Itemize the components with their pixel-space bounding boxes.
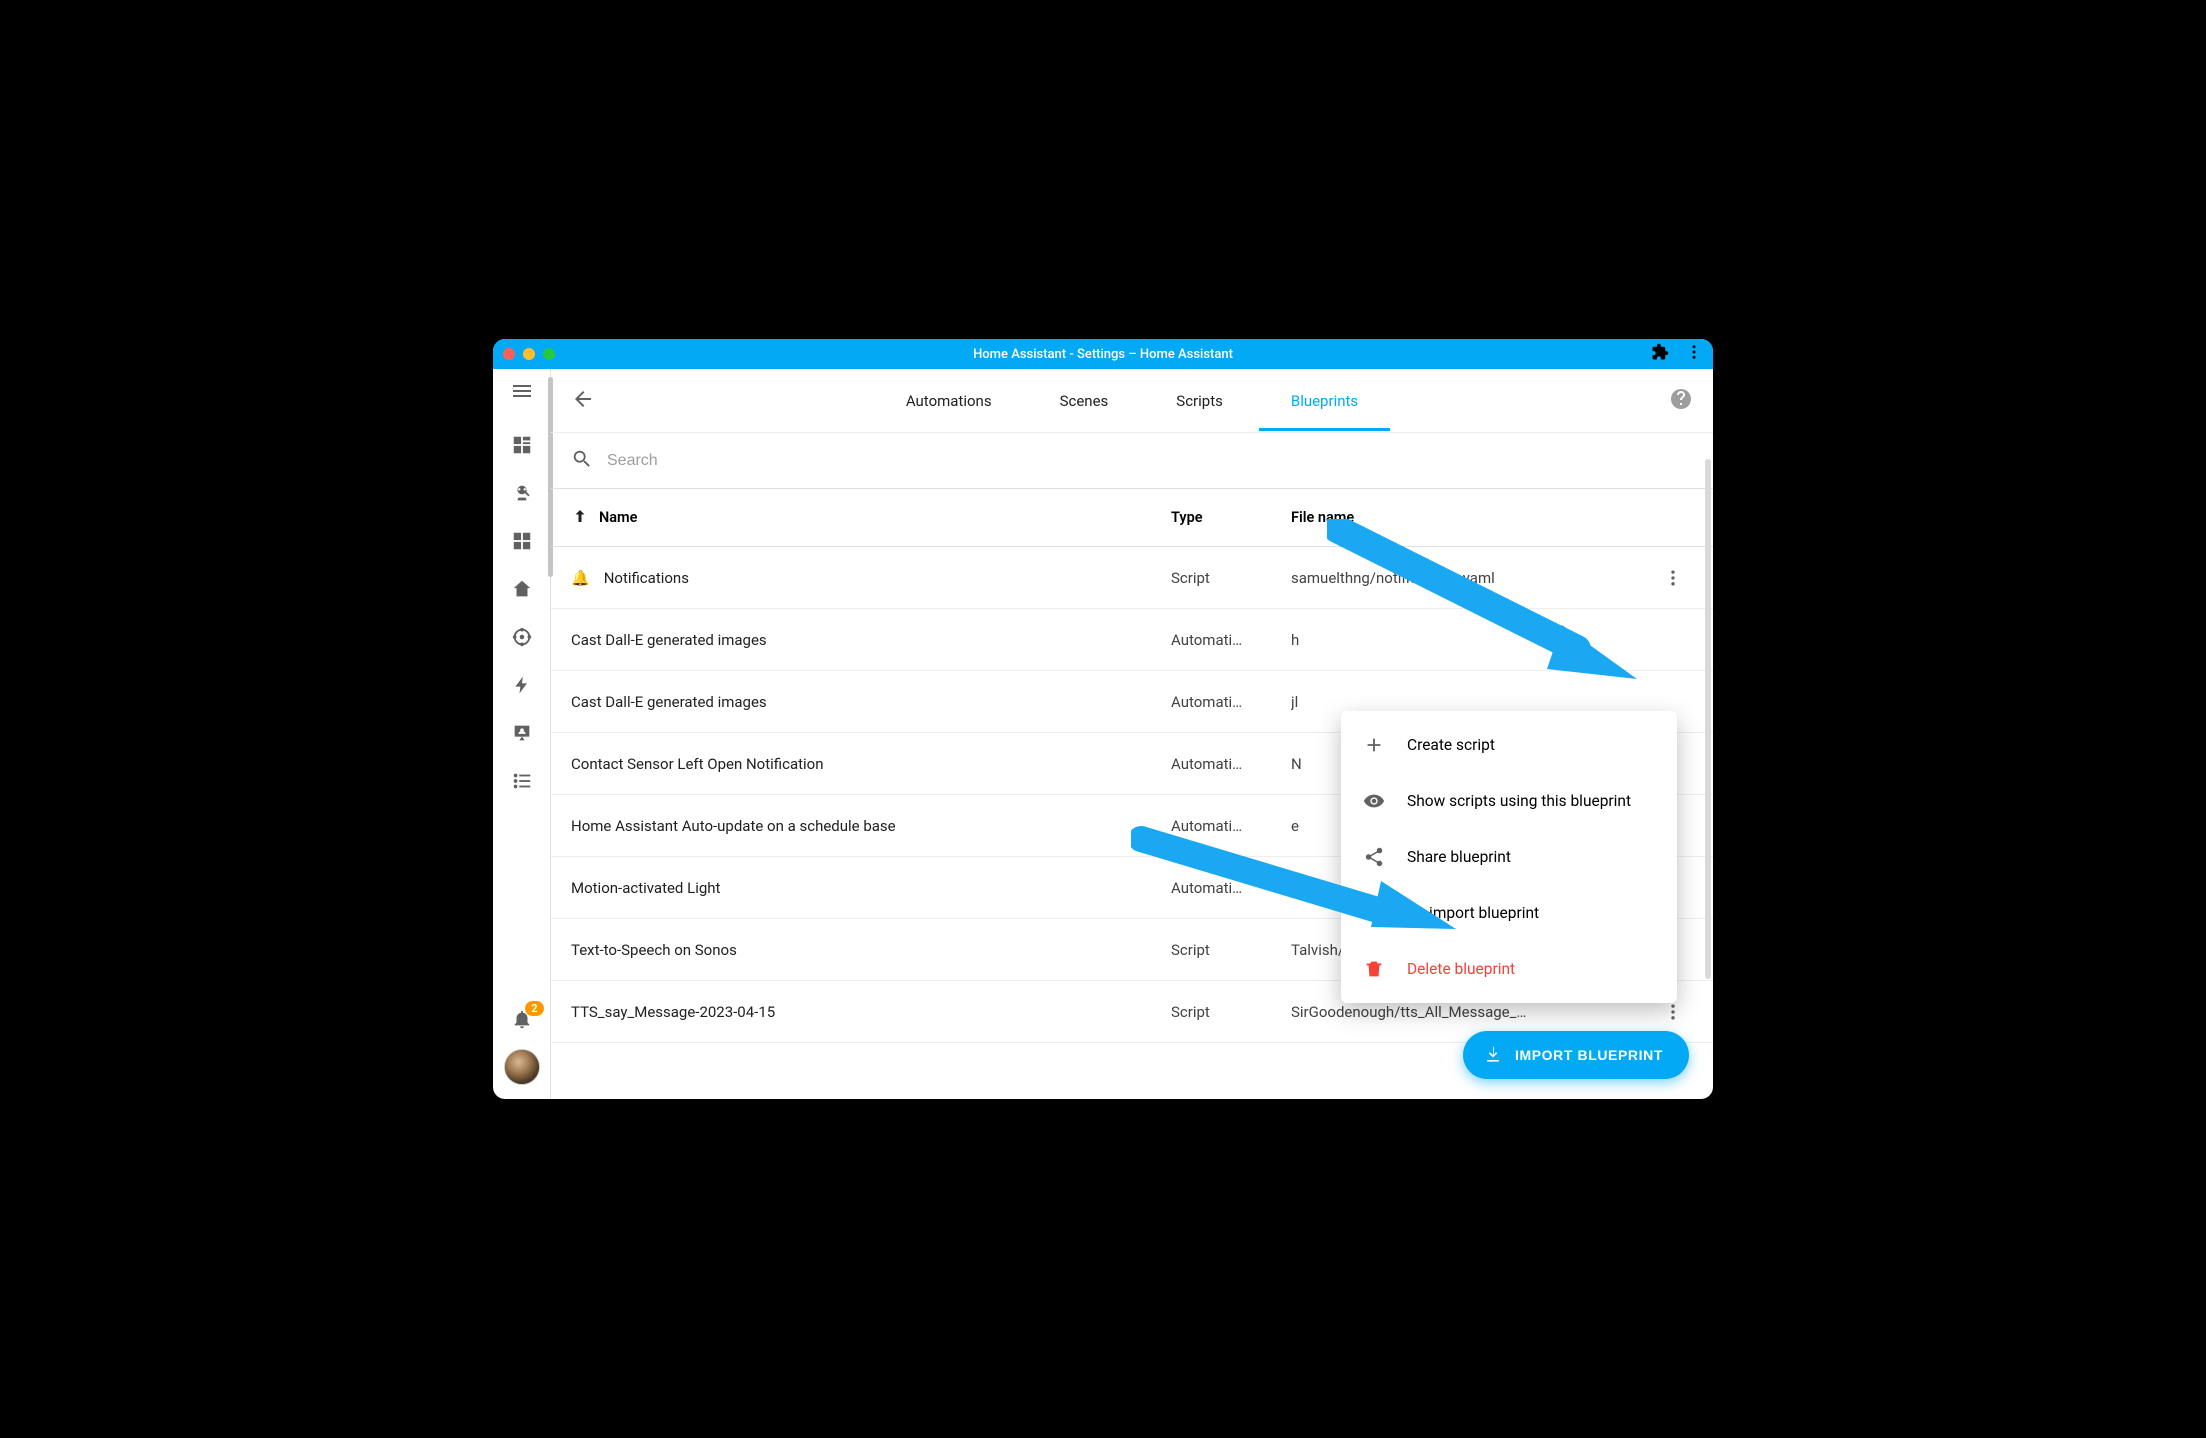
sidebar-item-energy[interactable] <box>510 673 534 697</box>
table-header: Name Type File name <box>551 489 1713 547</box>
sidebar-item-people[interactable] <box>510 721 534 745</box>
row-type: Automati… <box>1171 755 1291 773</box>
menu-item-label: Create script <box>1407 736 1495 754</box>
sort-arrow-icon[interactable] <box>571 507 589 529</box>
back-button[interactable] <box>571 387 595 415</box>
app-window: Home Assistant - Settings – Home Assista… <box>493 339 1713 1099</box>
share-icon <box>1363 846 1385 868</box>
hamburger-menu-button[interactable] <box>510 379 534 403</box>
tab-blueprints[interactable]: Blueprints <box>1287 372 1362 430</box>
blueprint-context-menu: Create script Show scripts using this bl… <box>1341 711 1677 1003</box>
row-type: Script <box>1171 941 1291 959</box>
notifications-badge: 2 <box>525 1001 543 1016</box>
search-icon <box>571 448 593 474</box>
download-icon <box>1483 1045 1503 1065</box>
tab-scripts[interactable]: Scripts <box>1172 372 1227 430</box>
row-name: Text-to-Speech on Sonos <box>571 941 737 959</box>
plus-icon <box>1363 734 1385 756</box>
import-blueprint-button[interactable]: IMPORT BLUEPRINT <box>1463 1031 1689 1079</box>
eye-icon <box>1363 790 1385 812</box>
table-row[interactable]: Cast Dall-E generated images Automati… h <box>551 609 1713 671</box>
tab-automations[interactable]: Automations <box>902 372 996 430</box>
table-row[interactable]: 🔔 Notifications Script samuelthng/notific… <box>551 547 1713 609</box>
row-name: TTS_say_Message-2023-04-15 <box>571 1003 775 1021</box>
user-avatar[interactable] <box>504 1049 540 1085</box>
row-file: samuelthng/notifications.yaml <box>1291 569 1653 587</box>
sidebar-item-list[interactable] <box>510 769 534 793</box>
menu-item-label: Show scripts using this blueprint <box>1407 792 1631 810</box>
menu-item-label: Share blueprint <box>1407 848 1511 866</box>
row-name: Cast Dall-E generated images <box>571 631 767 649</box>
row-name: Notifications <box>604 569 689 587</box>
sidebar-item-automations[interactable] <box>510 625 534 649</box>
menu-item-reimport-blueprint[interactable]: Re-import blueprint <box>1341 885 1677 941</box>
tab-scenes[interactable]: Scenes <box>1056 372 1113 430</box>
menu-item-delete-blueprint[interactable]: Delete blueprint <box>1341 941 1677 997</box>
search-bar[interactable] <box>551 433 1713 489</box>
row-type: Script <box>1171 569 1291 587</box>
row-type: Automati… <box>1171 693 1291 711</box>
sidebar-item-dashboards[interactable] <box>510 529 534 553</box>
row-name: Contact Sensor Left Open Notification <box>571 755 824 773</box>
content-scrollbar[interactable] <box>1705 459 1711 979</box>
help-button[interactable] <box>1669 387 1693 415</box>
column-header-type[interactable]: Type <box>1171 509 1291 526</box>
row-type: Script <box>1171 1003 1291 1021</box>
row-file: h <box>1291 631 1653 649</box>
menu-item-show-scripts[interactable]: Show scripts using this blueprint <box>1341 773 1677 829</box>
sidebar-item-home[interactable] <box>510 577 534 601</box>
fab-label: IMPORT BLUEPRINT <box>1515 1047 1663 1063</box>
sidebar-item-devtools[interactable] <box>510 481 534 505</box>
row-name: Motion-activated Light <box>571 879 720 897</box>
notifications-button[interactable]: 2 <box>510 1007 534 1031</box>
column-header-name[interactable]: Name <box>599 509 637 526</box>
menu-item-label: Delete blueprint <box>1407 960 1515 978</box>
row-menu-button[interactable] <box>1661 1000 1685 1024</box>
row-menu-button[interactable] <box>1661 566 1685 590</box>
menu-item-share-blueprint[interactable]: Share blueprint <box>1341 829 1677 885</box>
trash-icon <box>1363 958 1385 980</box>
menu-item-create-script[interactable]: Create script <box>1341 717 1677 773</box>
sidebar-item-overview[interactable] <box>510 433 534 457</box>
sidebar-rail: 2 <box>493 369 551 1099</box>
menu-item-label: Re-import blueprint <box>1407 904 1539 922</box>
bell-icon: 🔔 <box>571 569 590 587</box>
tabs: Automations Scenes Scripts Blueprints <box>902 372 1362 430</box>
row-file: SirGoodenough/tts_All_Message_… <box>1291 1003 1653 1021</box>
row-type: Automati… <box>1171 879 1291 897</box>
row-name: Home Assistant Auto-update on a schedule… <box>571 817 896 835</box>
download-icon <box>1363 902 1385 924</box>
window-title: Home Assistant - Settings – Home Assista… <box>493 347 1713 362</box>
row-type: Automati… <box>1171 631 1291 649</box>
column-header-file[interactable]: File name <box>1291 509 1653 526</box>
titlebar: Home Assistant - Settings – Home Assista… <box>493 339 1713 369</box>
top-toolbar: Automations Scenes Scripts Blueprints <box>551 369 1713 433</box>
row-file: jl <box>1291 693 1653 711</box>
row-type: Automati… <box>1171 817 1291 835</box>
main-content: Automations Scenes Scripts Blueprints <box>551 369 1713 1099</box>
row-name: Cast Dall-E generated images <box>571 693 767 711</box>
search-input[interactable] <box>607 452 1693 470</box>
